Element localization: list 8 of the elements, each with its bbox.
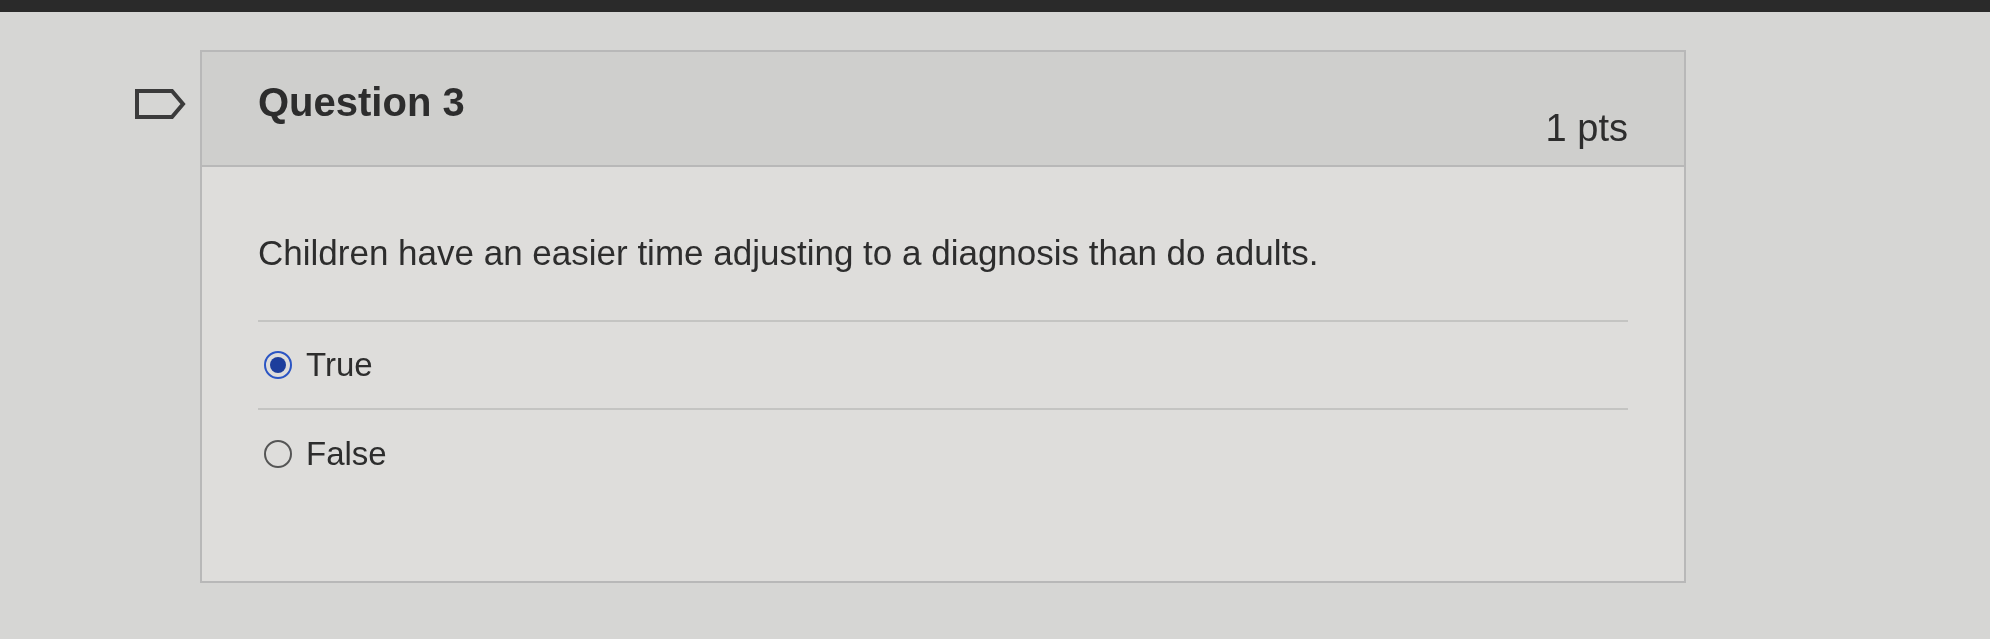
flag-icon[interactable] bbox=[134, 88, 186, 120]
question-points: 1 pts bbox=[1545, 106, 1628, 151]
radio-button[interactable] bbox=[264, 350, 292, 379]
radio-button[interactable] bbox=[264, 439, 292, 468]
option-label[interactable]: True bbox=[306, 339, 373, 390]
question-title: Question 3 bbox=[258, 79, 465, 126]
option-label[interactable]: False bbox=[306, 428, 387, 479]
question-text: Children have an easier time adjusting to a diagnosis than do adults. bbox=[258, 227, 1628, 322]
